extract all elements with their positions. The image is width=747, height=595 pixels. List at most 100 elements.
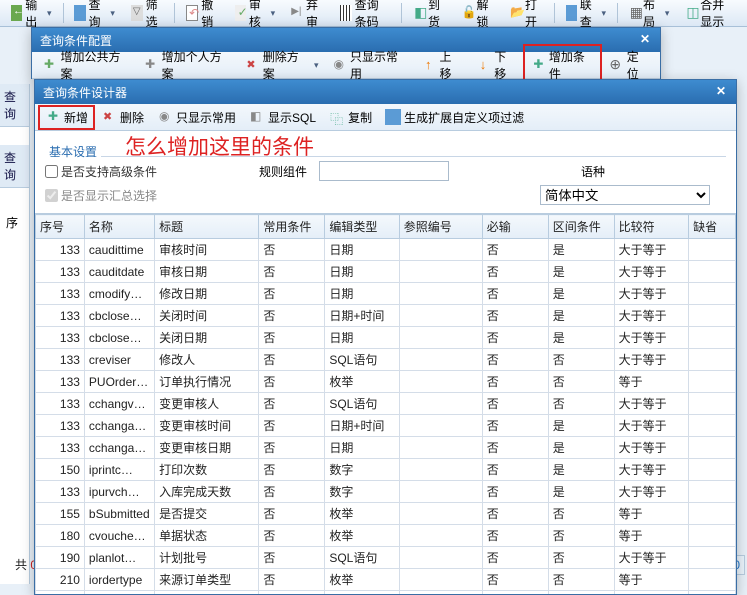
table-row[interactable]: 190planlot…计划批号否SQL语句否否大于等于 — [36, 547, 736, 569]
cell[interactable] — [689, 327, 736, 349]
cell[interactable]: csoorde… — [84, 591, 154, 595]
cell[interactable]: 否 — [259, 481, 325, 503]
cell[interactable] — [689, 349, 736, 371]
cell[interactable]: 否 — [259, 569, 325, 591]
close-icon[interactable]: ✕ — [712, 84, 730, 100]
cell[interactable]: 大于等于 — [614, 393, 688, 415]
cell[interactable]: 日期 — [325, 261, 399, 283]
cell[interactable] — [689, 591, 736, 595]
cell[interactable]: ipurvch… — [84, 481, 154, 503]
table-row[interactable]: 210iordertype来源订单类型否枚举否否等于 — [36, 569, 736, 591]
col-header[interactable]: 序号 — [36, 215, 85, 239]
cell[interactable]: 否 — [259, 261, 325, 283]
cell[interactable]: 是 — [548, 459, 614, 481]
cell[interactable] — [689, 547, 736, 569]
cell[interactable]: 否 — [259, 393, 325, 415]
table-row[interactable]: 133creviser修改人否SQL语句否否大于等于 — [36, 349, 736, 371]
cell[interactable]: 日期 — [325, 327, 399, 349]
cell[interactable]: 审核时间 — [155, 239, 259, 261]
cell[interactable]: 是 — [548, 481, 614, 503]
cell[interactable]: 否 — [259, 415, 325, 437]
grid-container[interactable]: 序号名称标题常用条件编辑类型参照编号必输区间条件比较符缺省 133cauditt… — [35, 213, 736, 594]
table-row[interactable]: 220csoorde…来源订单号否SQL语句否否大于等于 — [36, 591, 736, 595]
cell[interactable]: iordertype — [84, 569, 154, 591]
cell[interactable]: 否 — [482, 437, 548, 459]
cell[interactable] — [399, 437, 482, 459]
cell[interactable]: 等于 — [614, 569, 688, 591]
cell[interactable]: 计划批号 — [155, 547, 259, 569]
cell[interactable]: 关闭时间 — [155, 305, 259, 327]
cell[interactable]: 大于等于 — [614, 481, 688, 503]
cell[interactable]: 大于等于 — [614, 591, 688, 595]
cell[interactable]: cbclose… — [84, 305, 154, 327]
cell[interactable]: 否 — [482, 305, 548, 327]
cell[interactable]: 大于等于 — [614, 261, 688, 283]
cell[interactable]: 变更审核时间 — [155, 415, 259, 437]
cell[interactable]: 日期 — [325, 239, 399, 261]
cell[interactable]: 否 — [548, 547, 614, 569]
cell[interactable]: 入库完成天数 — [155, 481, 259, 503]
cell[interactable]: 否 — [259, 305, 325, 327]
cell[interactable] — [399, 591, 482, 595]
cell[interactable]: 否 — [259, 283, 325, 305]
cell[interactable]: 133 — [36, 305, 85, 327]
show-summary-checkbox[interactable]: 是否显示汇总选择 — [45, 187, 157, 204]
cell[interactable]: 日期 — [325, 437, 399, 459]
cell[interactable]: bSubmitted — [84, 503, 154, 525]
cell[interactable]: PUOrder… — [84, 371, 154, 393]
copy-button[interactable]: 复制 — [323, 106, 378, 129]
cell[interactable]: 关闭日期 — [155, 327, 259, 349]
table-row[interactable]: 133cbclose…关闭日期否日期否是大于等于 — [36, 327, 736, 349]
cell[interactable]: cmodify… — [84, 283, 154, 305]
cell[interactable]: cchanga… — [84, 415, 154, 437]
cell[interactable]: 否 — [482, 459, 548, 481]
cell[interactable]: 大于等于 — [614, 437, 688, 459]
cell[interactable]: cchanga… — [84, 437, 154, 459]
cell[interactable]: 否 — [482, 239, 548, 261]
left-tab-1[interactable]: 查询 — [0, 84, 29, 127]
cell[interactable]: 否 — [259, 239, 325, 261]
cell[interactable]: 是 — [548, 437, 614, 459]
cell[interactable]: 否 — [548, 349, 614, 371]
cell[interactable]: 大于等于 — [614, 459, 688, 481]
cell[interactable] — [689, 393, 736, 415]
cell[interactable]: 是 — [548, 261, 614, 283]
cell[interactable]: 220 — [36, 591, 85, 595]
cell[interactable]: 否 — [482, 371, 548, 393]
cell[interactable]: 大于等于 — [614, 415, 688, 437]
cell[interactable]: 133 — [36, 239, 85, 261]
col-header[interactable]: 名称 — [84, 215, 154, 239]
table-row[interactable]: 133caudittime审核时间否日期否是大于等于 — [36, 239, 736, 261]
cell[interactable]: 打印次数 — [155, 459, 259, 481]
cell[interactable]: 否 — [548, 393, 614, 415]
cell[interactable] — [399, 525, 482, 547]
cell[interactable]: 大于等于 — [614, 327, 688, 349]
rule-comp-input[interactable] — [319, 161, 449, 181]
col-header[interactable]: 标题 — [155, 215, 259, 239]
cell[interactable]: 是 — [548, 327, 614, 349]
only-common-button[interactable]: 只显示常用 — [151, 106, 242, 129]
cell[interactable]: 否 — [482, 481, 548, 503]
col-header[interactable]: 编辑类型 — [325, 215, 399, 239]
cell[interactable]: 否 — [482, 283, 548, 305]
cell[interactable]: 133 — [36, 437, 85, 459]
merge-button[interactable]: 合并显示 — [678, 0, 743, 33]
cell[interactable]: 否 — [482, 393, 548, 415]
cell[interactable] — [399, 569, 482, 591]
show-sql-button[interactable]: 显示SQL — [243, 106, 322, 129]
table-row[interactable]: 133cauditdate审核日期否日期否是大于等于 — [36, 261, 736, 283]
cell[interactable] — [399, 239, 482, 261]
cell[interactable]: 否 — [259, 503, 325, 525]
cell[interactable]: 大于等于 — [614, 305, 688, 327]
cell[interactable] — [689, 503, 736, 525]
cell[interactable]: 否 — [482, 503, 548, 525]
cell[interactable]: 否 — [482, 569, 548, 591]
cell[interactable]: 大于等于 — [614, 547, 688, 569]
cell[interactable]: SQL语句 — [325, 547, 399, 569]
cell[interactable]: 是 — [548, 305, 614, 327]
cell[interactable]: 否 — [259, 591, 325, 595]
cell[interactable]: 否 — [548, 525, 614, 547]
left-tab-2[interactable]: 查询 — [0, 145, 29, 188]
cell[interactable]: 来源订单号 — [155, 591, 259, 595]
cell[interactable] — [399, 327, 482, 349]
